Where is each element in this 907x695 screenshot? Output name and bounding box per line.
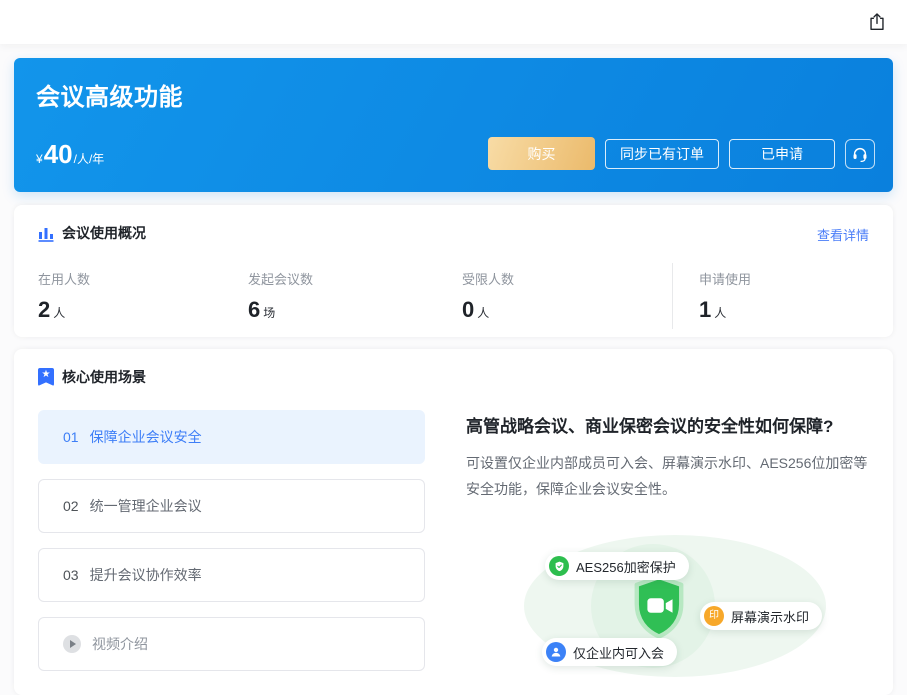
scenario-label: 提升会议协作效率	[90, 565, 202, 585]
video-intro-item[interactable]: 视频介绍	[38, 617, 425, 671]
page: { "topbar": { "share_icon": "share-up-ar…	[0, 0, 907, 681]
play-icon	[63, 635, 81, 653]
stat-meetings-started: 发起会议数 6场	[248, 269, 462, 323]
stamp-icon: 印	[704, 606, 724, 626]
scenario-heading: 高管战略会议、商业保密会议的安全性如何保障?	[466, 412, 884, 437]
headset-icon	[851, 145, 869, 163]
scenarios-card-title: 核心使用场景	[62, 367, 146, 387]
view-details-link[interactable]: 查看详情	[817, 225, 869, 244]
badge-label: 仅企业内可入会	[573, 643, 664, 662]
support-button[interactable]	[845, 139, 875, 169]
price-currency: ¥	[36, 152, 43, 166]
stat-label: 在用人数	[38, 269, 248, 288]
scenario-item-efficiency[interactable]: 03 提升会议协作效率	[38, 548, 425, 602]
sync-orders-button[interactable]: 同步已有订单	[605, 139, 719, 169]
badge-label: 屏幕演示水印	[731, 607, 809, 626]
stat-value: 6	[248, 297, 260, 323]
buy-button[interactable]: 购买	[488, 137, 595, 170]
share-button[interactable]	[864, 9, 890, 35]
stat-value: 2	[38, 297, 50, 323]
stat-label: 申请使用	[699, 269, 751, 288]
page-title: 会议高级功能	[36, 77, 183, 112]
price: ¥ 40 /人/年	[36, 139, 104, 170]
scenario-index: 01	[63, 429, 79, 445]
top-toolbar	[0, 0, 907, 44]
badge-internal-only: 仅企业内可入会	[542, 638, 677, 666]
stat-unit: 人	[53, 304, 65, 321]
price-unit: /人/年	[74, 150, 105, 167]
video-intro-label: 视频介绍	[92, 634, 148, 654]
scenario-index: 03	[63, 567, 79, 583]
scenario-description: 可设置仅企业内部成员可入会、屏幕演示水印、AES256位加密等安全功能，保障企业…	[466, 450, 872, 502]
scenario-label: 统一管理企业会议	[90, 496, 202, 516]
usage-overview-card: 会议使用概况 查看详情 在用人数 2人 发起会议数 6场 受限人数 0人 申请使…	[14, 205, 893, 337]
badge-label: AES256加密保护	[576, 557, 676, 576]
stat-unit: 场	[263, 304, 275, 321]
stat-unit: 人	[477, 304, 489, 321]
shield-check-icon	[549, 556, 569, 576]
scenario-index: 02	[63, 498, 79, 514]
shield-camera-icon	[630, 574, 688, 645]
stat-value: 1	[699, 297, 711, 323]
person-icon	[546, 642, 566, 662]
stat-unit: 人	[714, 304, 726, 321]
scenario-list: 01 保障企业会议安全 02 统一管理企业会议 03 提升会议协作效率 视频介绍	[38, 410, 425, 686]
scenarios-card-header: ★ 核心使用场景	[38, 367, 146, 387]
bar-chart-icon	[38, 225, 54, 242]
stat-label: 受限人数	[462, 269, 672, 288]
product-hero-banner: 会议高级功能 ¥ 40 /人/年 购买 同步已有订单 已申请	[14, 58, 893, 192]
usage-stats-row: 在用人数 2人 发起会议数 6场 受限人数 0人 申请使用 1人	[38, 263, 869, 329]
core-scenarios-card: ★ 核心使用场景 01 保障企业会议安全 02 统一管理企业会议 03 提升会议…	[14, 349, 893, 695]
usage-card-title: 会议使用概况	[62, 223, 146, 243]
stat-restricted-users: 受限人数 0人	[462, 269, 672, 323]
price-amount: 40	[44, 139, 73, 170]
stat-label: 发起会议数	[248, 269, 462, 288]
stat-applied-users: 申请使用 1人	[699, 269, 751, 323]
badge-encryption: AES256加密保护	[545, 552, 689, 580]
scenario-detail: 高管战略会议、商业保密会议的安全性如何保障? 可设置仅企业内部成员可入会、屏幕演…	[466, 412, 884, 502]
hero-actions: 购买 同步已有订单 已申请	[488, 137, 875, 170]
usage-card-header: 会议使用概况	[38, 223, 146, 243]
badge-watermark: 印 屏幕演示水印	[700, 602, 822, 630]
stat-active-users: 在用人数 2人	[38, 269, 248, 323]
scenario-item-management[interactable]: 02 统一管理企业会议	[38, 479, 425, 533]
scenario-item-security[interactable]: 01 保障企业会议安全	[38, 410, 425, 464]
scenario-label: 保障企业会议安全	[90, 427, 202, 447]
share-icon	[866, 11, 888, 33]
applied-button[interactable]: 已申请	[729, 139, 835, 169]
stats-divider	[672, 263, 673, 329]
stat-value: 0	[462, 297, 474, 323]
bookmark-star-icon: ★	[38, 368, 54, 386]
